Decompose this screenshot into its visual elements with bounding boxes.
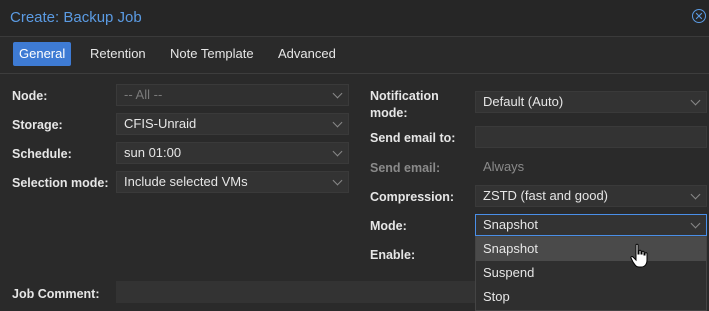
chevron-down-icon — [690, 189, 701, 200]
send-email-label: Send email: — [370, 161, 441, 175]
backup-job-dialog: Create: Backup Job ✕ General Retention N… — [0, 0, 709, 311]
send-email-select: Always — [475, 156, 707, 178]
tab-advanced[interactable]: Advanced — [272, 42, 342, 66]
schedule-label: Schedule: — [12, 147, 72, 161]
node-label: Node: — [12, 89, 48, 103]
mode-label: Mode: — [370, 219, 407, 233]
storage-label: Storage: — [12, 118, 63, 132]
node-select: -- All -- — [116, 84, 349, 106]
tab-bar: General Retention Note Template Advanced — [0, 36, 709, 74]
node-value: -- All -- — [124, 87, 163, 102]
tab-retention[interactable]: Retention — [84, 42, 152, 66]
hand-cursor-icon — [630, 243, 648, 268]
send-email-to-label: Send email to: — [370, 131, 456, 145]
compression-value: ZSTD (fast and good) — [483, 188, 608, 203]
mode-option-suspend[interactable]: Suspend — [476, 261, 706, 285]
chevron-down-icon — [332, 146, 343, 157]
chevron-down-icon — [332, 175, 343, 186]
job-comment-label: Job Comment: — [12, 287, 100, 301]
chevron-down-icon — [332, 88, 343, 99]
mode-option-snapshot[interactable]: Snapshot — [476, 237, 706, 261]
selection-mode-select[interactable]: Include selected VMs — [116, 171, 349, 193]
chevron-down-icon — [690, 95, 701, 106]
selection-mode-label: Selection mode: — [12, 176, 109, 190]
compression-label: Compression: — [370, 190, 455, 204]
mode-dropdown-list: Snapshot Suspend Stop — [475, 236, 707, 311]
close-icon[interactable]: ✕ — [692, 9, 706, 23]
chevron-down-icon — [332, 117, 343, 128]
notification-mode-select[interactable]: Default (Auto) — [475, 91, 707, 113]
title-bar: Create: Backup Job ✕ — [0, 0, 709, 37]
tab-general[interactable]: General — [13, 42, 72, 66]
job-comment-input[interactable] — [116, 281, 476, 303]
notification-mode-value: Default (Auto) — [483, 94, 564, 109]
storage-value: CFIS-Unraid — [124, 116, 197, 131]
mode-value: Snapshot — [483, 217, 538, 232]
enable-label: Enable: — [370, 248, 416, 262]
selection-mode-value: Include selected VMs — [124, 174, 248, 189]
chevron-down-icon — [690, 218, 701, 229]
notification-mode-label-line2: mode: — [370, 106, 408, 120]
storage-select[interactable]: CFIS-Unraid — [116, 113, 349, 135]
schedule-value: sun 01:00 — [124, 145, 182, 160]
send-email-value: Always — [483, 159, 525, 174]
dialog-title: Create: Backup Job — [10, 9, 142, 26]
mode-select[interactable]: Snapshot — [475, 214, 707, 236]
schedule-select[interactable]: sun 01:00 — [116, 142, 349, 164]
send-email-to-input[interactable] — [475, 126, 707, 148]
tab-note-template[interactable]: Note Template — [164, 42, 260, 66]
compression-select[interactable]: ZSTD (fast and good) — [475, 185, 707, 207]
notification-mode-label-line1: Notification — [370, 89, 439, 103]
mode-option-stop[interactable]: Stop — [476, 285, 706, 309]
